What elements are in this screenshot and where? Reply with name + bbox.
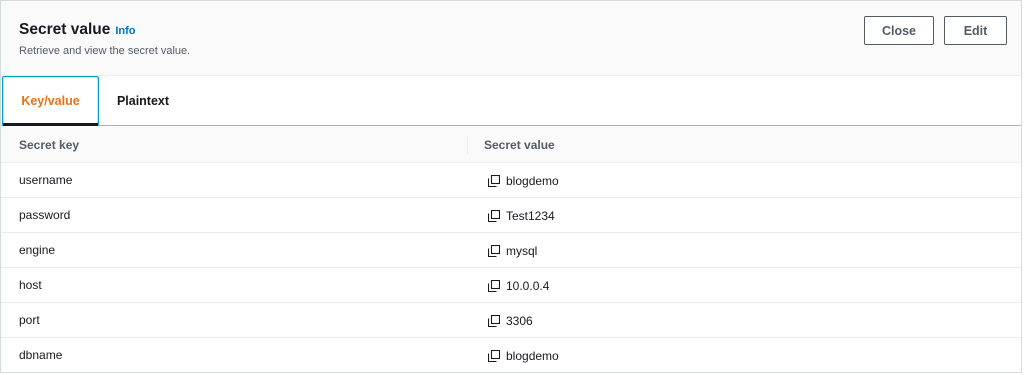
secret-value-cell: mysql (487, 233, 538, 268)
close-button[interactable]: Close (864, 16, 934, 45)
copy-icon[interactable] (487, 279, 501, 292)
secret-value-cell: blogdemo (487, 338, 559, 373)
secret-value-cell: Test1234 (487, 198, 555, 233)
column-header-secret-key: Secret key (19, 138, 80, 152)
secret-value-text: Test1234 (506, 208, 555, 223)
secret-key-cell: engine (19, 243, 56, 257)
secret-key-cell: dbname (19, 348, 63, 362)
table-row: password Test1234 (1, 198, 1021, 233)
table-row: engine mysql (1, 233, 1021, 268)
secret-key-cell: host (19, 278, 42, 292)
tab-bar: Key/value Plaintext (1, 76, 1021, 126)
secret-value-cell: 3306 (487, 303, 533, 338)
secret-value-cell: 10.0.0.4 (487, 268, 550, 303)
copy-icon[interactable] (487, 349, 501, 362)
copy-icon[interactable] (487, 209, 501, 222)
secret-value-text: blogdemo (506, 173, 559, 188)
panel-header: Secret value Info Retrieve and view the … (1, 1, 1021, 76)
table-row: port 3306 (1, 303, 1021, 338)
table-body: username blogdemo password Test1234 engine my… (1, 163, 1021, 373)
secret-table: Secret key Secret value username blogdemo… (1, 127, 1021, 373)
copy-icon[interactable] (487, 244, 501, 257)
tab-plaintext[interactable]: Plaintext (105, 76, 181, 126)
edit-button[interactable]: Edit (944, 16, 1007, 45)
secret-value-text: 3306 (506, 313, 533, 328)
secret-key-cell: password (19, 208, 71, 222)
table-row: host 10.0.0.4 (1, 268, 1021, 303)
column-header-secret-value: Secret value (484, 138, 555, 152)
secret-value-panel: Secret value Info Retrieve and view the … (0, 0, 1022, 373)
column-divider (467, 136, 468, 154)
page-title: Secret value (19, 21, 111, 38)
table-row: dbname blogdemo (1, 338, 1021, 373)
secret-key-cell: username (19, 173, 73, 187)
secret-value-text: mysql (506, 243, 538, 258)
secret-key-cell: port (19, 313, 40, 327)
copy-icon[interactable] (487, 314, 501, 327)
copy-icon[interactable] (487, 174, 501, 187)
secret-value-text: blogdemo (506, 348, 559, 363)
title-row: Secret value Info (19, 21, 136, 39)
info-link[interactable]: Info (115, 25, 135, 37)
secret-value-cell: blogdemo (487, 163, 559, 198)
table-header: Secret key Secret value (1, 127, 1021, 163)
table-row: username blogdemo (1, 163, 1021, 198)
page-subtitle: Retrieve and view the secret value. (19, 45, 191, 57)
secret-value-text: 10.0.0.4 (506, 278, 550, 293)
tab-key-value[interactable]: Key/value (2, 76, 99, 126)
